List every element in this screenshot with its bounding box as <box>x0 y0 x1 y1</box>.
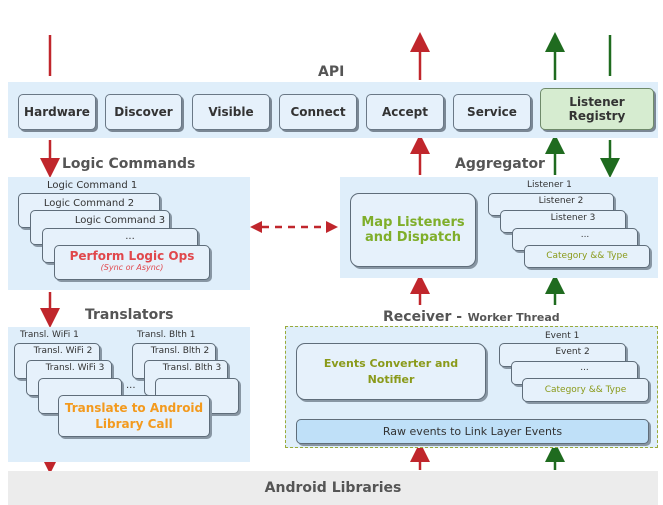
android-libraries-bar: Android Libraries <box>8 471 658 505</box>
ellipsis-label: ... <box>580 363 589 373</box>
ellipsis-label: ... <box>580 230 590 240</box>
wifi-2-label: Transl. WiFi 2 <box>33 346 93 356</box>
category-type-card: Category && Type <box>524 245 650 268</box>
translate-box: Translate to Android Library Call <box>58 395 210 437</box>
api-title: API <box>318 64 345 80</box>
blth-3-label: Transl. Blth 3 <box>162 363 222 373</box>
event-1-label: Event 1 <box>545 331 580 341</box>
listener-1-label: Listener 1 <box>527 180 572 190</box>
logic-command-2-label: Logic Command 2 <box>43 198 135 209</box>
raw-events-bar: Raw events to Link Layer Events <box>296 419 649 444</box>
blth-2-label: Transl. Blth 2 <box>150 346 210 356</box>
accept-button[interactable]: Accept <box>366 94 444 130</box>
logic-command-3-label: Logic Command 3 <box>74 215 166 226</box>
worker-thread-label: Worker Thread <box>467 311 560 324</box>
category-type-card: Category && Type <box>522 378 649 402</box>
discover-button[interactable]: Discover <box>105 94 182 130</box>
sync-async-label: (Sync or Async) <box>100 263 164 272</box>
listener-registry-button[interactable]: Listener Registry <box>540 88 654 130</box>
logic-commands-title: Logic Commands <box>62 156 196 172</box>
visible-button[interactable]: Visible <box>192 94 270 130</box>
hardware-button[interactable]: Hardware <box>18 94 96 130</box>
aggregator-title: Aggregator <box>455 156 545 172</box>
wifi-3-label: Transl. WiFi 3 <box>45 363 105 373</box>
map-listeners-box: Map Listeners and Dispatch <box>350 193 476 267</box>
connect-button[interactable]: Connect <box>279 94 357 130</box>
receiver-title: Receiver - Worker Thread <box>383 306 560 325</box>
wifi-1-label: Transl. WiFi 1 <box>20 330 79 340</box>
ellipsis-label: ... <box>126 380 136 391</box>
listener-3-label: Listener 3 <box>550 213 596 223</box>
listener-2-label: Listener 2 <box>538 196 584 206</box>
perform-logic-ops-card: Perform Logic Ops (Sync or Async) <box>54 245 210 280</box>
event-2-label: Event 2 <box>555 347 590 357</box>
logic-command-1-label: Logic Command 1 <box>47 180 138 191</box>
translators-title: Translators <box>85 307 174 323</box>
ellipsis-label: ... <box>125 231 135 242</box>
service-button[interactable]: Service <box>453 94 531 130</box>
perform-logic-ops-label: Perform Logic Ops <box>69 249 195 263</box>
events-converter-box: Events Converter and Notifier <box>296 343 486 400</box>
receiver-label: Receiver - <box>383 309 463 325</box>
blth-1-label: Transl. Blth 1 <box>137 330 196 340</box>
